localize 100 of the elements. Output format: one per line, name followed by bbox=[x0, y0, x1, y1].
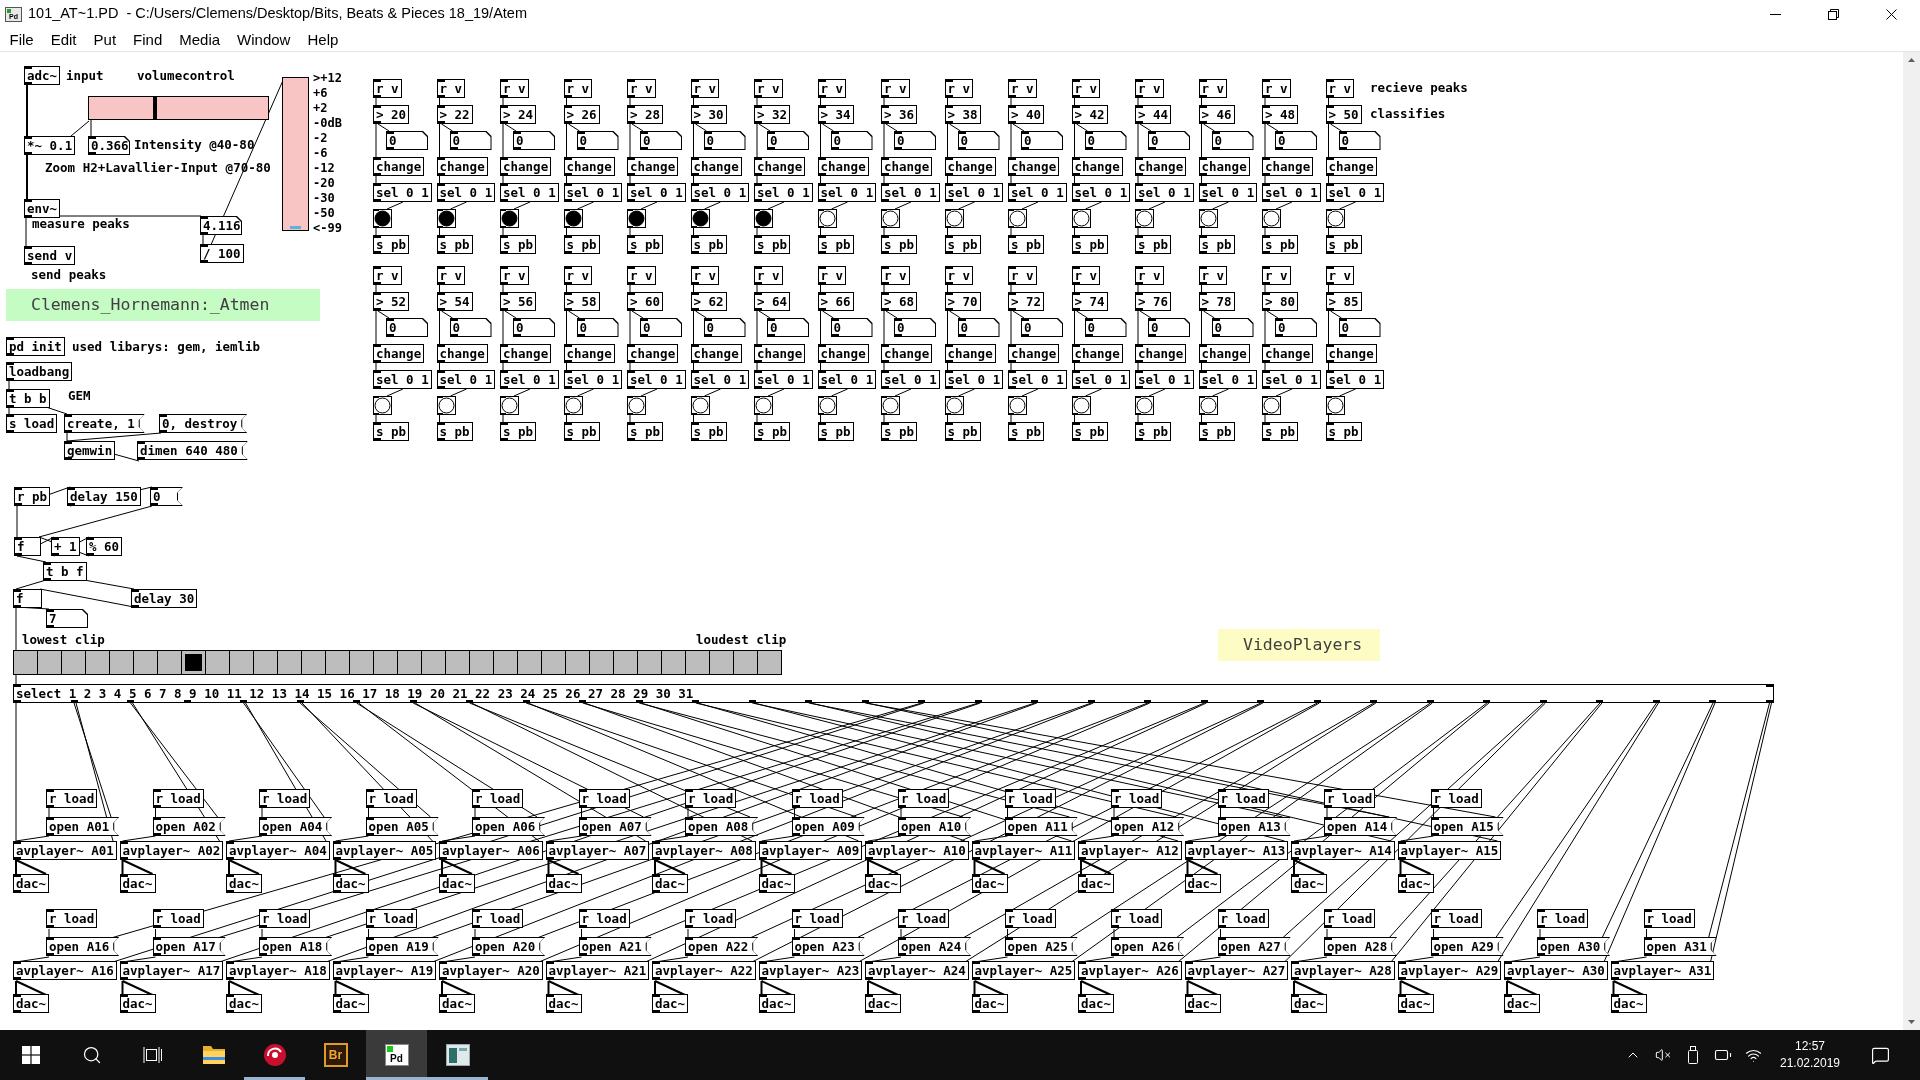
pd-message[interactable]: open A13 bbox=[1217, 817, 1291, 836]
pd-message[interactable]: open A23 bbox=[791, 937, 865, 956]
menu-item[interactable]: Put bbox=[85, 28, 125, 51]
number-field[interactable]: 4.116 bbox=[200, 216, 242, 235]
pd-message[interactable]: open A11 bbox=[1004, 817, 1078, 836]
bang-button[interactable] bbox=[1262, 396, 1281, 415]
radio-cell[interactable] bbox=[493, 650, 517, 675]
number-field[interactable]: 0 bbox=[830, 318, 873, 337]
pd-message[interactable]: open A25 bbox=[1004, 937, 1078, 956]
pd-message[interactable]: open A05 bbox=[365, 817, 439, 836]
bang-button[interactable] bbox=[1008, 396, 1027, 415]
radio-cell[interactable] bbox=[61, 650, 85, 675]
radio-cell[interactable] bbox=[133, 650, 157, 675]
radio-cell[interactable] bbox=[229, 650, 253, 675]
radio-cell[interactable] bbox=[373, 650, 397, 675]
bang-button[interactable] bbox=[1198, 209, 1218, 228]
radio-cell[interactable] bbox=[205, 650, 229, 675]
number-field[interactable]: 0 bbox=[576, 131, 619, 150]
pd-message[interactable]: open A30 bbox=[1537, 937, 1611, 956]
number-field[interactable]: 0 bbox=[767, 131, 809, 150]
radio-cell[interactable] bbox=[397, 650, 421, 675]
number-field[interactable]: 0 bbox=[1275, 318, 1317, 337]
bang-button[interactable] bbox=[881, 396, 900, 415]
number-field[interactable]: 0 bbox=[1211, 131, 1254, 150]
triangle-down-icon[interactable] bbox=[1908, 1020, 1915, 1024]
pd-message[interactable]: open A20 bbox=[472, 937, 546, 956]
number-field[interactable]: 0 bbox=[1275, 131, 1317, 150]
pd-message[interactable]: open A17 bbox=[152, 937, 226, 956]
radio-cell[interactable] bbox=[661, 650, 685, 675]
menu-item[interactable]: Media bbox=[170, 28, 229, 51]
menu-item[interactable]: Window bbox=[228, 28, 299, 51]
number-field[interactable]: 0 bbox=[1021, 318, 1063, 337]
radio-cell[interactable] bbox=[421, 650, 445, 675]
bang-button[interactable] bbox=[563, 396, 583, 415]
number-field[interactable]: 0 bbox=[703, 131, 746, 150]
radio-cell[interactable] bbox=[469, 650, 493, 675]
number-field[interactable]: 0 bbox=[830, 131, 873, 150]
bang-button[interactable] bbox=[500, 209, 519, 228]
bang-button[interactable] bbox=[817, 209, 837, 228]
menu-item[interactable]: File bbox=[1, 28, 43, 51]
bang-button[interactable] bbox=[373, 396, 392, 415]
pd-message[interactable]: open A27 bbox=[1217, 937, 1291, 956]
number-field[interactable]: 0 bbox=[1084, 318, 1127, 337]
pd-message[interactable]: open A22 bbox=[685, 937, 759, 956]
bang-button[interactable] bbox=[944, 209, 964, 228]
number-field[interactable]: 0.366 bbox=[88, 136, 130, 155]
slider-handle[interactable] bbox=[152, 97, 157, 119]
bang-button[interactable] bbox=[627, 209, 646, 228]
radio-cell[interactable] bbox=[637, 650, 661, 675]
pd-message[interactable]: open A15 bbox=[1430, 817, 1504, 836]
bang-button[interactable] bbox=[1071, 209, 1091, 228]
clock-button[interactable]: 12:57 21.02.2019 bbox=[1768, 1030, 1852, 1080]
triangle-up-icon[interactable] bbox=[1908, 58, 1915, 62]
radio-cell[interactable] bbox=[253, 650, 277, 675]
number-field[interactable]: 0 bbox=[513, 131, 555, 150]
bang-button[interactable] bbox=[881, 209, 900, 228]
radio-cell[interactable] bbox=[709, 650, 733, 675]
number-field[interactable]: 0 bbox=[449, 131, 492, 150]
pd-message[interactable]: create, 1 bbox=[64, 414, 145, 433]
number-field[interactable]: 0 bbox=[386, 318, 428, 337]
number-field[interactable]: 0 bbox=[957, 318, 1000, 337]
number-field[interactable]: 0 bbox=[1211, 318, 1254, 337]
pd-message[interactable]: open A21 bbox=[578, 937, 652, 956]
pd-message[interactable]: open A12 bbox=[1111, 817, 1185, 836]
number-field[interactable]: 0 bbox=[1021, 131, 1063, 150]
number-field[interactable]: 0 bbox=[894, 131, 936, 150]
bang-button[interactable] bbox=[500, 396, 519, 415]
pd-message[interactable]: dimen 640 480 bbox=[137, 441, 248, 460]
bang-button[interactable] bbox=[1325, 209, 1345, 228]
radio-cell[interactable] bbox=[37, 650, 61, 675]
volume-slider[interactable] bbox=[88, 96, 269, 120]
number-field[interactable]: 0 bbox=[957, 131, 1000, 150]
pd-message[interactable]: open A19 bbox=[365, 937, 439, 956]
radio-cell[interactable] bbox=[541, 650, 565, 675]
number-field[interactable]: 0 bbox=[576, 318, 619, 337]
menu-item[interactable]: Help bbox=[298, 28, 347, 51]
taskbar-app-button[interactable]: Pd bbox=[366, 1030, 427, 1080]
vertical-scrollbar[interactable] bbox=[1903, 52, 1920, 1030]
pd-message[interactable]: open A08 bbox=[685, 817, 759, 836]
pd-message[interactable]: 0, destroy bbox=[159, 414, 248, 433]
bang-button[interactable] bbox=[817, 396, 837, 415]
radio-cell[interactable] bbox=[757, 650, 782, 675]
number-field[interactable]: 7 bbox=[46, 609, 88, 628]
radio-cell[interactable] bbox=[349, 650, 373, 675]
bang-button[interactable] bbox=[1135, 209, 1154, 228]
radio-cell[interactable] bbox=[13, 650, 37, 675]
menu-item[interactable]: Find bbox=[124, 28, 171, 51]
bang-button[interactable] bbox=[1325, 396, 1345, 415]
number-field[interactable]: 0 bbox=[1084, 131, 1127, 150]
number-field[interactable]: 0 bbox=[894, 318, 936, 337]
bang-button[interactable] bbox=[373, 209, 392, 228]
radio-cell[interactable] bbox=[157, 650, 181, 675]
pd-message[interactable]: open A09 bbox=[791, 817, 865, 836]
pd-message[interactable]: open A02 bbox=[152, 817, 226, 836]
bang-button[interactable] bbox=[436, 396, 456, 415]
pd-message[interactable]: open A29 bbox=[1430, 937, 1504, 956]
number-field[interactable]: 0 bbox=[513, 318, 555, 337]
radio-cell[interactable] bbox=[445, 650, 469, 675]
number-field[interactable]: 0 bbox=[767, 318, 809, 337]
radio-cell[interactable] bbox=[277, 650, 301, 675]
